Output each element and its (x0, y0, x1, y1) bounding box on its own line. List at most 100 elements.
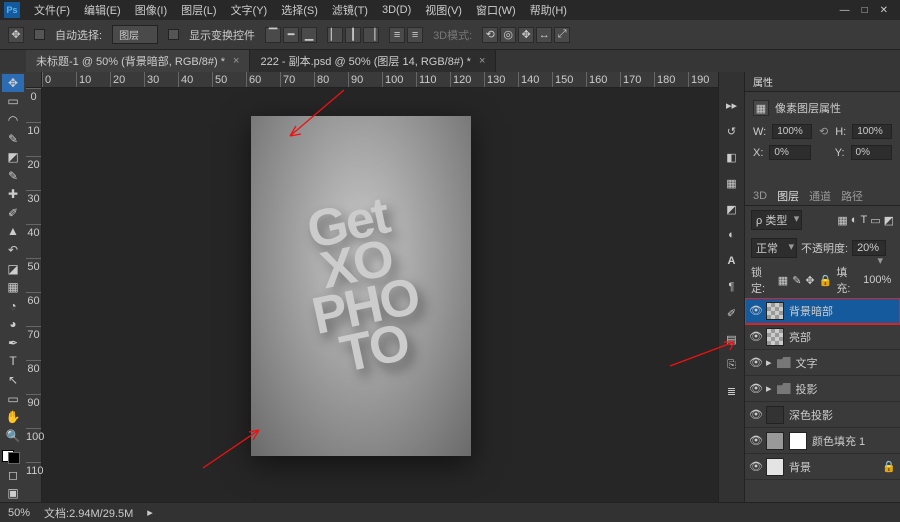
history-brush-tool[interactable]: ↶ (2, 241, 24, 259)
color-swatch[interactable] (2, 446, 24, 465)
ruler-origin[interactable] (26, 72, 42, 88)
auto-select-dropdown[interactable]: 图层 (112, 25, 158, 44)
adjust-panel-icon[interactable]: ◐ (723, 226, 741, 244)
opacity-input[interactable]: 20% (852, 240, 886, 256)
align-top-icon[interactable]: ▔ (265, 27, 281, 43)
swatches-panel-icon[interactable]: ▦ (723, 174, 741, 192)
dist-icon-1[interactable]: ≡ (389, 27, 405, 43)
horizontal-ruler[interactable]: 0102030405060708090100110120130140150160… (42, 72, 718, 88)
menu-view[interactable]: 视图(V) (419, 0, 468, 20)
tab-channels[interactable]: 通道 (809, 188, 831, 204)
rotate-3d-icon[interactable]: ⟲ (482, 27, 498, 43)
lock-pos-icon[interactable]: ✥ (805, 274, 814, 287)
layer-row[interactable]: 👁背景暗部 (745, 298, 900, 324)
align-vmid-icon[interactable]: ━ (283, 27, 299, 43)
layer-name[interactable]: 文字 (796, 355, 818, 371)
menu-select[interactable]: 选择(S) (275, 0, 324, 20)
layer-name[interactable]: 投影 (796, 381, 818, 397)
character-panel-icon[interactable]: A (723, 252, 741, 270)
align-hmid-icon[interactable]: ┃ (345, 27, 361, 43)
maximize-button[interactable]: □ (862, 5, 868, 16)
visibility-icon[interactable]: 👁 (749, 460, 761, 473)
tab-3d[interactable]: 3D (753, 190, 767, 202)
close-tab-icon[interactable]: × (233, 55, 239, 67)
layer-name[interactable]: 深色投影 (789, 407, 833, 423)
visibility-icon[interactable]: 👁 (749, 356, 761, 369)
tool-preset-icon[interactable]: ✥ (8, 27, 24, 43)
visibility-icon[interactable]: 👁 (749, 382, 761, 395)
lock-all-icon[interactable]: 🔒 (819, 274, 833, 287)
dist-icon-2[interactable]: ≡ (407, 27, 423, 43)
layer-name[interactable]: 背景 (789, 459, 811, 475)
menu-filter[interactable]: 滤镜(T) (326, 0, 374, 20)
menu-edit[interactable]: 编辑(E) (78, 0, 127, 20)
layer-thumbnail[interactable] (766, 328, 784, 346)
fill-input[interactable]: 100% (863, 274, 894, 286)
layer-thumbnail[interactable] (766, 432, 784, 450)
align-bottom-icon[interactable]: ▁ (301, 27, 317, 43)
blend-mode-select[interactable]: 正常 (751, 238, 797, 258)
layer-row[interactable]: 👁背景🔒 (745, 454, 900, 480)
menu-image[interactable]: 图像(I) (129, 0, 173, 20)
layer-thumbnail[interactable] (766, 302, 784, 320)
status-disclosure-icon[interactable]: ▸ (147, 506, 153, 519)
layer-row[interactable]: 👁 ▸ 投影 (745, 376, 900, 402)
layer-row[interactable]: 👁颜色填充 1 (745, 428, 900, 454)
height-input[interactable]: 100% (852, 124, 892, 139)
drag-3d-icon[interactable]: ✥ (518, 27, 534, 43)
zoom-level[interactable]: 50% (8, 507, 30, 519)
color-panel-icon[interactable]: ◧ (723, 148, 741, 166)
menu-file[interactable]: 文件(F) (28, 0, 76, 20)
doc-tab-1[interactable]: 未标题-1 @ 50% (背景暗部, RGB/8#) * × (26, 50, 250, 72)
visibility-icon[interactable]: 👁 (749, 408, 761, 421)
layer-thumbnail[interactable] (766, 458, 784, 476)
x-input[interactable]: 0% (769, 145, 811, 160)
properties-panel-tab[interactable]: 属性 (745, 72, 900, 92)
width-input[interactable]: 100% (772, 124, 812, 139)
doc-size-info[interactable]: 文档:2.94M/29.5M (44, 505, 133, 521)
vertical-ruler[interactable]: 0102030405060708090100110 (26, 88, 42, 502)
layer-name[interactable]: 背景暗部 (789, 303, 833, 319)
gradient-tool[interactable]: ▦ (2, 278, 24, 296)
layer-name[interactable]: 颜色填充 1 (812, 433, 865, 449)
layer-list[interactable]: 👁背景暗部👁亮部👁▸文字👁▸投影👁深色投影👁颜色填充 1👁背景🔒 (745, 298, 900, 502)
auto-select-checkbox[interactable] (34, 29, 45, 40)
y-input[interactable]: 0% (851, 145, 893, 160)
menu-help[interactable]: 帮助(H) (524, 0, 573, 20)
folder-disclosure[interactable]: ▸ (766, 356, 772, 369)
shape-tool[interactable]: ▭ (2, 390, 24, 408)
align-left-icon[interactable]: ▏ (327, 27, 343, 43)
close-tab-icon[interactable]: × (479, 55, 485, 67)
canvas-area[interactable]: 0102030405060708090100110120130140150160… (26, 72, 718, 502)
filter-type-icon[interactable]: T (860, 214, 867, 227)
lock-paint-icon[interactable]: ✎ (792, 274, 801, 287)
path-select-tool[interactable]: ↖ (2, 371, 24, 389)
layer-name[interactable]: 亮部 (789, 329, 811, 345)
pen-tool[interactable]: ✒ (2, 334, 24, 352)
visibility-icon[interactable]: 👁 (749, 330, 761, 343)
close-button[interactable]: ✕ (880, 5, 888, 16)
eraser-tool[interactable]: ◪ (2, 260, 24, 278)
dodge-tool[interactable]: ◕ (2, 316, 24, 334)
tab-layers[interactable]: 图层 (777, 188, 799, 204)
menu-type[interactable]: 文字(Y) (225, 0, 274, 20)
stamp-tool[interactable]: ▲ (2, 223, 24, 241)
layer-row[interactable]: 👁 深色投影 (745, 402, 900, 428)
quick-mask-tool[interactable]: ◻ (2, 466, 24, 484)
layer-kind-filter[interactable]: ρ 类型 (751, 210, 802, 230)
info-panel-icon[interactable]: ≣ (723, 382, 741, 400)
hand-tool[interactable]: ✋ (2, 408, 24, 426)
blur-tool[interactable]: ◔ (2, 297, 24, 315)
layer-row[interactable]: 👁 ▸ 文字 (745, 350, 900, 376)
doc-tab-2[interactable]: 222 - 副本.psd @ 50% (图层 14, RGB/8#) * × (250, 50, 496, 72)
layer-mask-thumbnail[interactable] (789, 432, 807, 450)
menu-3d[interactable]: 3D(D) (376, 2, 417, 18)
brush-tool[interactable]: ✐ (2, 204, 24, 222)
marquee-tool[interactable]: ▭ (2, 93, 24, 111)
quick-select-tool[interactable]: ✎ (2, 130, 24, 148)
folder-disclosure[interactable]: ▸ (766, 382, 772, 395)
filter-adjust-icon[interactable]: ◐ (851, 214, 858, 227)
layer-row[interactable]: 👁 亮部 (745, 324, 900, 350)
layer-thumbnail[interactable] (766, 406, 784, 424)
styles-panel-icon[interactable]: ◩ (723, 200, 741, 218)
